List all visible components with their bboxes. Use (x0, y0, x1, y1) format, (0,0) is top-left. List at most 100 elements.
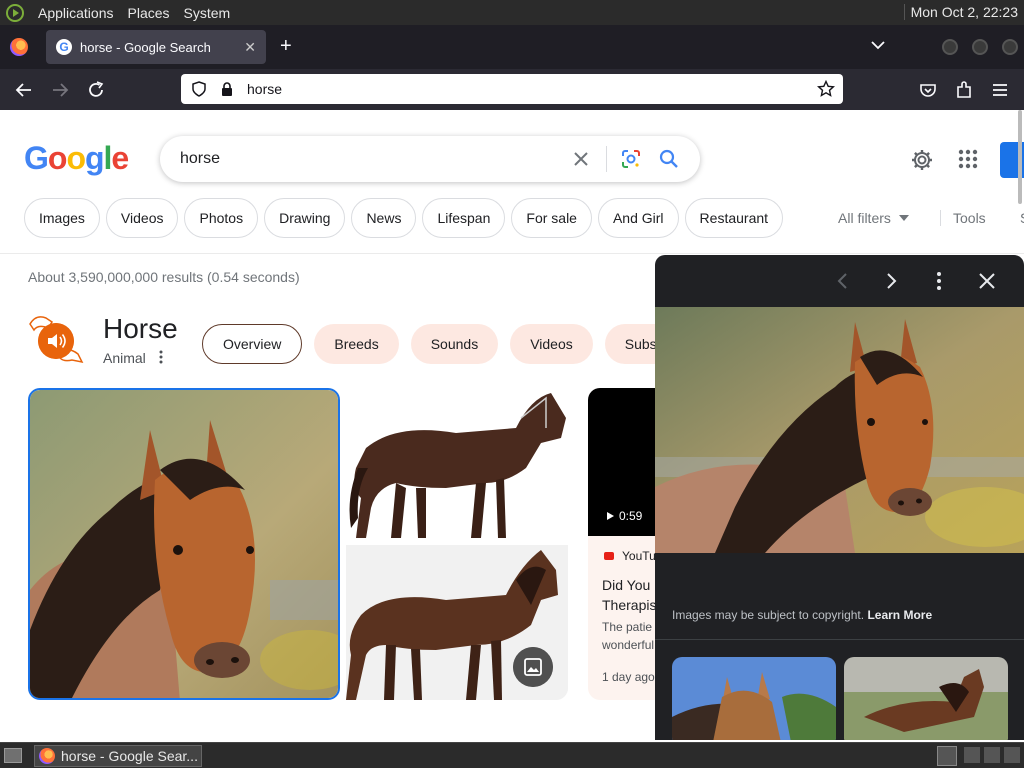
show-desktop-icon[interactable] (4, 748, 22, 763)
settings-gear-icon[interactable] (910, 148, 934, 172)
more-options-icon[interactable] (927, 269, 951, 293)
taskbar-window-label: horse - Google Sear... (61, 748, 198, 764)
youtube-icon (604, 552, 614, 560)
chip-news[interactable]: News (351, 198, 417, 238)
video-title[interactable]: Did You Therapis (602, 575, 656, 615)
viewer-divider (655, 639, 1024, 640)
page-scrollbar[interactable] (1018, 110, 1022, 204)
all-filters-label: All filters (838, 210, 891, 226)
horse-side-image[interactable] (346, 388, 568, 543)
bottom-taskbar: horse - Google Sear... (0, 742, 1024, 768)
workspace-2[interactable] (984, 747, 1000, 763)
tab-breeds[interactable]: Breeds (314, 324, 399, 364)
safesearch-button[interactable]: S (1020, 210, 1024, 226)
learn-more-link[interactable]: Learn More (867, 608, 932, 622)
play-icon (607, 512, 614, 520)
copyright-notice: Images may be subject to copyright. Lear… (672, 608, 932, 622)
url-text[interactable]: horse (247, 81, 282, 97)
nav-bar: horse (0, 69, 1024, 110)
close-window-icon[interactable] (1002, 39, 1018, 55)
header-divider (0, 253, 1024, 254)
previous-image-icon[interactable] (831, 269, 855, 293)
chip-videos[interactable]: Videos (105, 198, 179, 238)
chip-photos[interactable]: Photos (184, 198, 259, 238)
new-tab-icon[interactable]: + (280, 35, 292, 57)
all-filters-button[interactable]: All filters (838, 210, 909, 226)
top-panel: Applications Places System Mon Oct 2, 22… (0, 0, 1024, 25)
search-input[interactable]: horse (180, 150, 220, 168)
reload-icon[interactable] (85, 79, 107, 101)
chip-lifespan[interactable]: Lifespan (422, 198, 506, 238)
forward-icon[interactable] (49, 79, 71, 101)
more-images-icon[interactable] (513, 647, 553, 687)
speaker-icon[interactable] (38, 323, 74, 359)
back-icon[interactable] (13, 79, 35, 101)
video-desc-line2: wonderful (602, 638, 655, 652)
search-divider (606, 146, 607, 172)
video-duration: 0:59 (619, 509, 643, 523)
chip-restaurant[interactable]: Restaurant (684, 198, 784, 238)
chip-drawing[interactable]: Drawing (264, 198, 346, 238)
google-favicon-icon: G (56, 39, 72, 55)
google-logo[interactable]: Google (24, 140, 129, 177)
tools-button[interactable]: Tools (940, 210, 986, 226)
menu-system[interactable]: System (184, 5, 231, 21)
video-title-line1: Did You (602, 577, 651, 593)
tab-title: horse - Google Search (80, 39, 211, 55)
lock-icon[interactable] (219, 81, 235, 97)
tray-firefox-icon[interactable] (937, 746, 957, 766)
close-viewer-icon[interactable] (975, 269, 999, 293)
clear-icon[interactable] (570, 148, 592, 170)
search-box[interactable]: horse (160, 136, 700, 182)
related-image-2[interactable] (844, 657, 1008, 740)
chip-and-girl[interactable]: And Girl (597, 198, 679, 238)
workspace-1[interactable] (964, 747, 980, 763)
video-description: The patie wonderful (602, 618, 654, 654)
result-stats: About 3,590,000,000 results (0.54 second… (28, 269, 300, 285)
firefox-taskbar-icon (39, 748, 55, 764)
tab-strip: G horse - Google Search ✕ + (0, 25, 1024, 69)
google-results-page: Google horse Images Videos Photos Drawin… (0, 110, 1024, 740)
taskbar-window-button[interactable]: horse - Google Sear... (34, 745, 202, 767)
video-age: 1 day ago (602, 670, 655, 684)
browser-tab[interactable]: G horse - Google Search ✕ (46, 30, 266, 64)
tab-videos[interactable]: Videos (510, 324, 593, 364)
clock[interactable]: Mon Oct 2, 22:23 (903, 4, 1018, 20)
next-image-icon[interactable] (879, 269, 903, 293)
maximize-window-icon[interactable] (972, 39, 988, 55)
menu-places[interactable]: Places (128, 5, 170, 21)
hamburger-menu-icon[interactable] (989, 79, 1011, 101)
related-image-1[interactable] (672, 657, 836, 740)
url-bar[interactable]: horse (181, 74, 843, 104)
firefox-icon[interactable] (10, 38, 28, 56)
more-vert-icon[interactable] (158, 350, 164, 364)
workspace-3[interactable] (1004, 747, 1020, 763)
video-desc-line1: The patie (602, 620, 653, 634)
video-title-line2: Therapis (602, 597, 657, 613)
chip-for-sale[interactable]: For sale (511, 198, 592, 238)
entity-tabs: Overview Breeds Sounds Videos Subspec (202, 324, 700, 364)
shield-icon[interactable] (191, 81, 207, 97)
chevron-down-icon[interactable] (870, 37, 886, 53)
system-logo-icon[interactable] (6, 3, 24, 22)
entity-subtitle: Animal (103, 350, 146, 366)
copyright-text: Images may be subject to copyright. (672, 608, 865, 622)
entity-title: Horse (103, 313, 178, 344)
google-apps-icon[interactable] (957, 148, 979, 170)
extensions-icon[interactable] (953, 79, 975, 101)
menu-applications[interactable]: Applications (38, 5, 114, 21)
tab-sounds[interactable]: Sounds (410, 324, 499, 364)
viewer-horse-image[interactable] (655, 307, 1024, 553)
bookmark-star-icon[interactable] (817, 80, 835, 98)
minimize-window-icon[interactable] (942, 39, 958, 55)
chip-images[interactable]: Images (24, 198, 100, 238)
tab-overview[interactable]: Overview (202, 324, 303, 364)
caret-down-icon (898, 215, 909, 221)
google-lens-icon[interactable] (620, 148, 642, 170)
horse-portrait-image[interactable] (28, 388, 340, 700)
close-tab-icon[interactable]: ✕ (244, 39, 256, 56)
horse-side-photo (346, 388, 568, 543)
filter-chips: Images Videos Photos Drawing News Lifesp… (24, 198, 784, 238)
search-icon[interactable] (658, 148, 680, 170)
pocket-icon[interactable] (917, 79, 939, 101)
